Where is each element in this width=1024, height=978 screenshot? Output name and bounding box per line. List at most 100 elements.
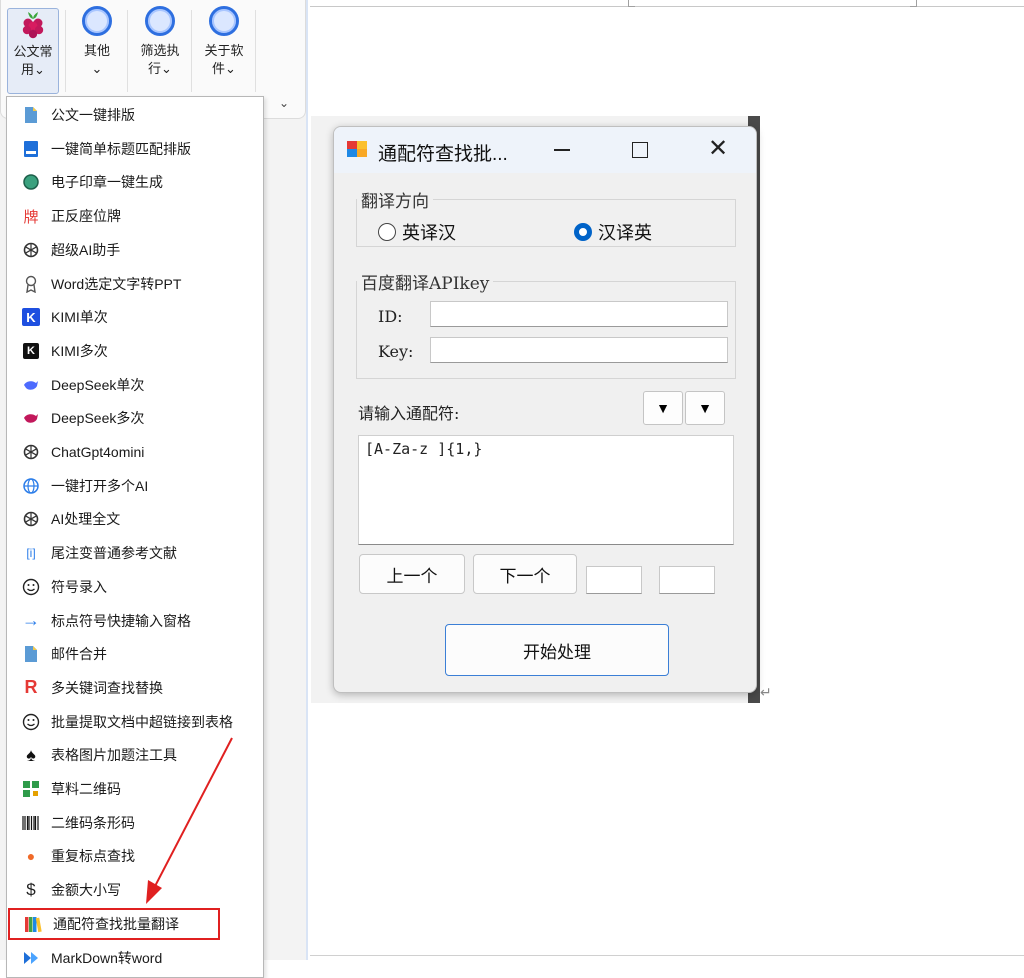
wildcard-dropdown-button-1[interactable]: ▼	[643, 391, 683, 425]
kimi-dark-icon-glyph: K	[23, 342, 39, 359]
menu-item[interactable]: AI处理全文	[7, 504, 263, 534]
menu-item-label: KIMI多次	[51, 342, 108, 359]
ribbon-button-label: 其他	[83, 43, 110, 58]
menu-item[interactable]: 批量提取文档中超链接到表格	[7, 707, 263, 737]
kimi-dark-icon: K	[21, 341, 41, 361]
ribbon-separator	[127, 10, 128, 92]
menu-item[interactable]: ♠ 表格图片加题注工具	[7, 740, 263, 770]
menu-item-label: 草料二维码	[51, 781, 121, 797]
menu-item[interactable]: K KIMI多次	[7, 336, 263, 366]
info-bracket-icon-glyph: [i]	[26, 546, 36, 561]
radio-zh-en[interactable]: 汉译英	[574, 219, 652, 245]
menu-item-label: 超级AI助手	[51, 241, 121, 258]
start-button[interactable]: 开始处理	[445, 624, 669, 676]
wildcard-label: 请输入通配符:	[358, 404, 460, 423]
prev-button[interactable]: 上一个	[359, 554, 465, 594]
menu-item[interactable]: 符号录入	[7, 572, 263, 602]
menu-item[interactable]: 一键打开多个AI	[7, 471, 263, 501]
ribbon-button-other[interactable]: 其他 ⌄	[73, 6, 121, 94]
id-input[interactable]	[430, 301, 728, 327]
raspberry-icon	[22, 12, 44, 39]
menu-item[interactable]: $ 金额大小写	[7, 875, 263, 905]
dot-icon: ●	[21, 846, 41, 866]
api-key-legend: 百度翻译APIkey	[361, 274, 490, 294]
menu-item-label: 表格图片加题注工具	[51, 747, 177, 764]
menu-item-label: KIMI单次	[51, 309, 108, 326]
arrow-right-icon: →	[21, 610, 41, 631]
ribbon-button-about[interactable]: 关于软件⌄	[199, 6, 249, 94]
kimi-icon: K	[21, 307, 41, 327]
spade-icon: ♠	[21, 745, 41, 765]
openai-icon	[21, 509, 41, 529]
menu-item[interactable]: DeepSeek单次	[7, 370, 263, 400]
radio-en-zh[interactable]: 英译汉	[378, 219, 456, 245]
menu-item-label: 多关键词查找替换	[51, 679, 163, 696]
title-icon	[21, 139, 41, 159]
menu-item-label: 一键简单标题匹配排版	[51, 140, 191, 157]
openai-icon	[21, 240, 41, 260]
radio-en-zh-label: 英译汉	[402, 223, 456, 243]
menu-item-label: 符号录入	[51, 578, 107, 595]
margin-mark-right	[910, 0, 917, 7]
wildcard-dropdown-button-2[interactable]: ▼	[685, 391, 725, 425]
menu-item[interactable]: MarkDown转word	[7, 943, 263, 973]
barcode-icon	[21, 813, 41, 833]
ribbon-separator	[255, 10, 256, 92]
menu-item[interactable]: 公文一键排版	[7, 100, 263, 130]
maximize-icon[interactable]	[632, 142, 648, 158]
document-icon	[21, 105, 41, 125]
chevron-down-icon: ⌄	[225, 61, 236, 76]
dollar-icon: $	[21, 880, 41, 900]
wildcard-textarea[interactable]: [A-Za-z ]{1,}	[358, 435, 734, 545]
radio-unchecked-icon	[378, 223, 396, 241]
menu-item[interactable]: K KIMI单次	[7, 302, 263, 332]
close-icon[interactable]: ✕	[708, 137, 728, 161]
menu-item-label: 重复标点查找	[51, 848, 135, 865]
app-window-icon	[347, 141, 367, 157]
key-input[interactable]	[430, 337, 728, 363]
menu-item-label: 尾注变普通参考文献	[51, 545, 177, 562]
menu-item-label: 正反座位牌	[51, 208, 121, 225]
ribbon-award-icon	[21, 274, 41, 294]
menu-item[interactable]: [i] 尾注变普通参考文献	[7, 538, 263, 568]
nameplate-icon-glyph: 牌	[23, 208, 39, 226]
menu-item[interactable]: → 标点符号快捷输入窗格	[7, 606, 263, 636]
menu-item[interactable]: 一键简单标题匹配排版	[7, 134, 263, 164]
ribbon-button-label: 公文常用	[13, 44, 53, 77]
menu-item[interactable]: Word选定文字转PPT	[7, 269, 263, 299]
menu-item-label: DeepSeek多次	[51, 410, 145, 427]
direction-legend: 翻译方向	[361, 192, 429, 212]
r-letter-icon-glyph: R	[24, 677, 38, 698]
menu-item[interactable]: 邮件合并	[7, 639, 263, 669]
menu-item[interactable]: 电子印章一键生成	[7, 167, 263, 197]
deepseek-multi-icon	[21, 408, 41, 428]
menu-item[interactable]: 通配符查找批量翻译	[8, 907, 220, 940]
menu-item[interactable]: ChatGpt4omini	[7, 437, 263, 467]
ribbon-button-common-docs[interactable]: 公文常用⌄	[7, 8, 59, 94]
counter-box-1[interactable]	[586, 566, 642, 594]
smiley-icon	[21, 577, 41, 597]
counter-box-2[interactable]	[659, 566, 715, 594]
menu-item-label: MarkDown转word	[51, 949, 163, 966]
next-button[interactable]: 下一个	[473, 554, 577, 594]
ribbon-button-label: 关于软件	[204, 43, 244, 76]
minimize-icon[interactable]	[554, 149, 570, 151]
menu-item[interactable]: DeepSeek多次	[7, 403, 263, 433]
seal-icon	[21, 172, 41, 192]
menu-item-label: 批量提取文档中超链接到表格	[51, 713, 233, 730]
dialog-title: 通配符查找批...	[378, 144, 508, 165]
ribbon-button-filter-run[interactable]: 筛选执行⌄	[135, 6, 185, 94]
menu-item[interactable]: ● 重复标点查找	[7, 841, 263, 871]
menu-item[interactable]: 超级AI助手	[7, 235, 263, 265]
menu-item[interactable]: 草料二维码	[7, 774, 263, 804]
key-label: Key:	[378, 342, 414, 361]
dialog-titlebar[interactable]: 通配符查找批... ✕	[334, 127, 756, 173]
dot-icon-glyph: ●	[26, 848, 36, 865]
collapse-ribbon-chevron-icon[interactable]: ⌄	[279, 96, 289, 110]
id-label: ID:	[378, 307, 403, 326]
menu-item[interactable]: R 多关键词查找替换	[7, 673, 263, 703]
chevron-down-icon: ⌄	[91, 61, 103, 76]
globe-icon	[21, 476, 41, 496]
menu-item[interactable]: 牌正反座位牌	[7, 201, 263, 231]
menu-item[interactable]: 二维码条形码	[7, 808, 263, 838]
